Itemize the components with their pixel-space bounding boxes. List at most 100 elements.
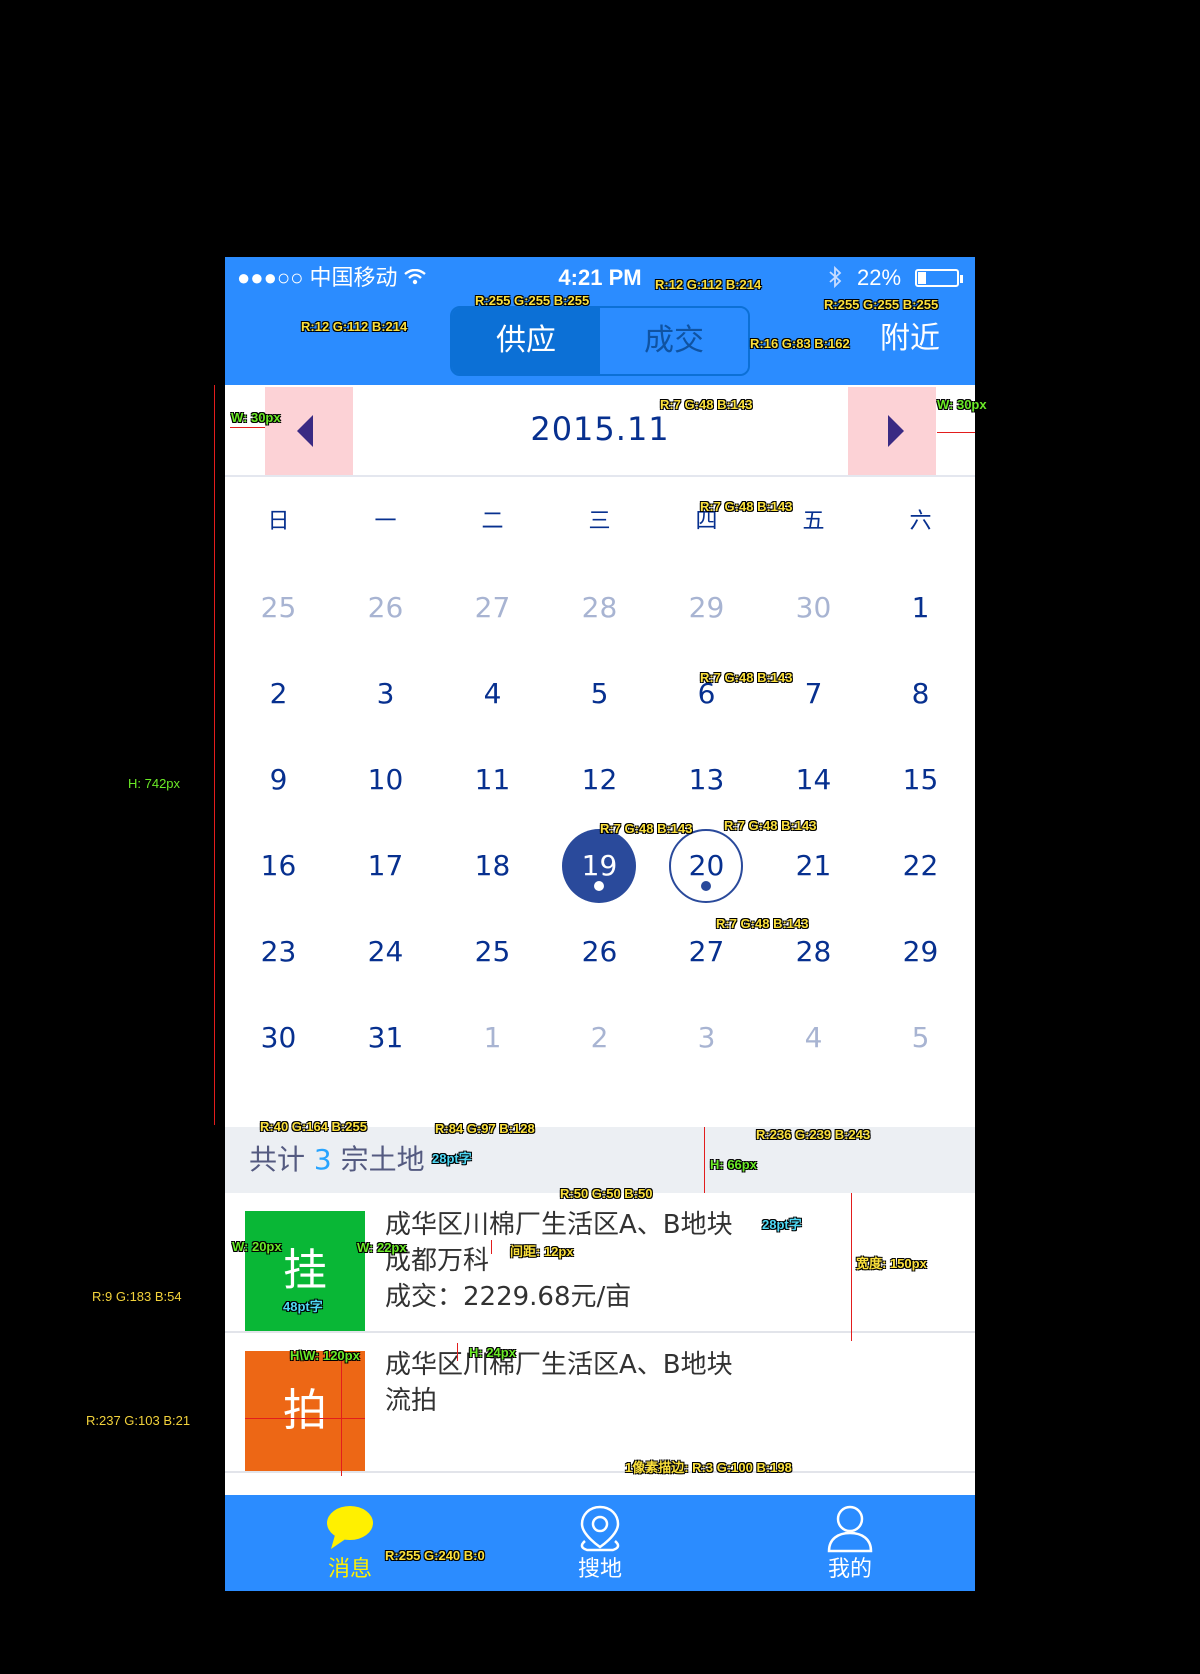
day-number: 25 — [260, 591, 297, 624]
margin-guide-line — [937, 432, 975, 433]
calendar-day[interactable]: 8 — [867, 651, 974, 737]
calendar-day[interactable]: 26 — [546, 909, 653, 995]
spec-annotation: R:255 G:240 B:0 — [385, 1548, 485, 1563]
day-number: 14 — [795, 763, 832, 796]
spec-annotation: W: 30px — [937, 397, 987, 412]
calendar-day[interactable]: 25 — [225, 565, 332, 651]
nearby-button[interactable]: 附近 — [880, 319, 940, 359]
next-month-button[interactable] — [848, 387, 936, 475]
calendar-day[interactable]: 30 — [225, 995, 332, 1081]
listing-price: 成交：2229.68元/亩 — [385, 1282, 632, 1312]
day-number: 20 — [688, 849, 725, 882]
calendar-day[interactable]: 27 — [439, 565, 546, 651]
calendar-day[interactable]: 6 — [653, 651, 760, 737]
calendar-day[interactable]: 26 — [332, 565, 439, 651]
calendar-day[interactable]: 12 — [546, 737, 653, 823]
calendar-day[interactable]: 17 — [332, 823, 439, 909]
spec-annotation: H: 66px — [710, 1157, 757, 1172]
calendar-day[interactable]: 13 — [653, 737, 760, 823]
calendar-day[interactable]: 15 — [867, 737, 974, 823]
spec-annotation: R:16 G:83 B:162 — [750, 336, 850, 351]
calendar-day[interactable]: 25 — [439, 909, 546, 995]
calendar-day[interactable]: 5 — [546, 651, 653, 737]
listing-status: 流拍 — [385, 1386, 438, 1416]
calendar-day[interactable]: 30 — [760, 565, 867, 651]
day-number: 5 — [911, 1021, 930, 1054]
day-number: 5 — [590, 677, 609, 710]
spec-annotation: 28pt字 — [432, 1151, 472, 1166]
spec-annotation: R:255 G:255 B:255 — [475, 293, 590, 308]
spec-annotation: R:237 G:103 B:21 — [86, 1413, 191, 1428]
calendar-day[interactable]: 23 — [225, 909, 332, 995]
calendar-day[interactable]: 1 — [867, 565, 974, 651]
calendar-day[interactable]: 22 — [867, 823, 974, 909]
day-number: 12 — [581, 763, 618, 796]
day-number: 30 — [260, 1021, 297, 1054]
tab-search-land[interactable]: 搜地 — [475, 1495, 725, 1591]
weekday-label: 五 — [802, 509, 825, 534]
calendar-day[interactable]: 24 — [332, 909, 439, 995]
day-number: 1 — [911, 591, 930, 624]
calendar-day[interactable]: 14 — [760, 737, 867, 823]
wifi-icon — [403, 265, 426, 291]
day-number: 29 — [902, 935, 939, 968]
segment-supply[interactable]: 供应 — [452, 308, 600, 374]
calendar-day[interactable]: 2 — [546, 995, 653, 1081]
calendar-day[interactable]: 18 — [439, 823, 546, 909]
tab-label: 搜地 — [577, 1557, 622, 1582]
segment-deal[interactable]: 成交 — [600, 308, 748, 374]
calendar-day[interactable]: 29 — [867, 909, 974, 995]
listing-title: 成华区川棉厂生活区A、B地块 — [385, 1210, 733, 1240]
gap-guide-line — [491, 1240, 492, 1254]
calendar-day[interactable]: 28 — [546, 565, 653, 651]
summary-suffix: 宗土地 — [331, 1143, 425, 1176]
day-number: 10 — [367, 763, 404, 796]
spec-annotation: H: 742px — [128, 776, 181, 791]
chat-bubble-icon — [327, 1506, 373, 1549]
day-number: 26 — [367, 591, 404, 624]
spec-annotation: 宽度: 150px — [856, 1256, 927, 1271]
tab-profile[interactable]: 我的 — [725, 1495, 975, 1591]
calendar-day[interactable]: 9 — [225, 737, 332, 823]
day-number: 2 — [269, 677, 288, 710]
day-number: 15 — [902, 763, 939, 796]
calendar-day[interactable]: 3 — [653, 995, 760, 1081]
calendar-day[interactable]: 4 — [760, 995, 867, 1081]
calendar-day[interactable]: 7 — [760, 651, 867, 737]
calendar-day[interactable]: 3 — [332, 651, 439, 737]
user-icon — [827, 1505, 873, 1553]
day-number: 18 — [474, 849, 511, 882]
calendar-day[interactable]: 11 — [439, 737, 546, 823]
status-badge-auction: 拍 — [245, 1351, 365, 1471]
spec-annotation: R:7 G:48 B:143 — [660, 397, 753, 412]
calendar-day[interactable]: 16 — [225, 823, 332, 909]
day-number: 27 — [474, 591, 511, 624]
summary-prefix: 共计 — [249, 1143, 314, 1176]
triangle-left-icon — [297, 415, 313, 447]
calendar-day[interactable]: 5 — [867, 995, 974, 1081]
day-number: 22 — [902, 849, 939, 882]
calendar-day[interactable]: 31 — [332, 995, 439, 1081]
badge-guide-line — [341, 1356, 342, 1476]
day-number: 25 — [474, 935, 511, 968]
previous-month-button[interactable] — [265, 387, 353, 475]
day-number: 11 — [474, 763, 511, 796]
tab-messages[interactable]: 消息 — [225, 1495, 475, 1591]
calendar-day[interactable]: 4 — [439, 651, 546, 737]
spec-annotation: R:255 G:255 B:255 — [824, 297, 939, 312]
location-pin-icon — [580, 1505, 620, 1552]
weekday-label: 四 — [695, 509, 718, 534]
calendar-day[interactable]: 29 — [653, 565, 760, 651]
summary-count: 3 — [313, 1143, 332, 1176]
width-guide-line — [851, 1193, 852, 1341]
calendar-day[interactable]: 1 — [439, 995, 546, 1081]
day-number: 30 — [795, 591, 832, 624]
calendar-day[interactable]: 10 — [332, 737, 439, 823]
spec-annotation: R:9 G:183 B:54 — [92, 1289, 182, 1304]
calendar-grid: 日一二三四五六 25 26 27 28 29 30 1 2 3 4 5 6 7 8 9 10 11 12 13 14 1… — [225, 479, 975, 1083]
design-spec-canvas: ●●●○○ 中国移动 4:21 PM 22% 供应 成交 附近 2015.11 — [0, 0, 1200, 1674]
calendar-day[interactable]: 21 — [760, 823, 867, 909]
clock: 4:21 PM — [558, 265, 642, 290]
day-number: 16 — [260, 849, 297, 882]
calendar-day[interactable]: 2 — [225, 651, 332, 737]
